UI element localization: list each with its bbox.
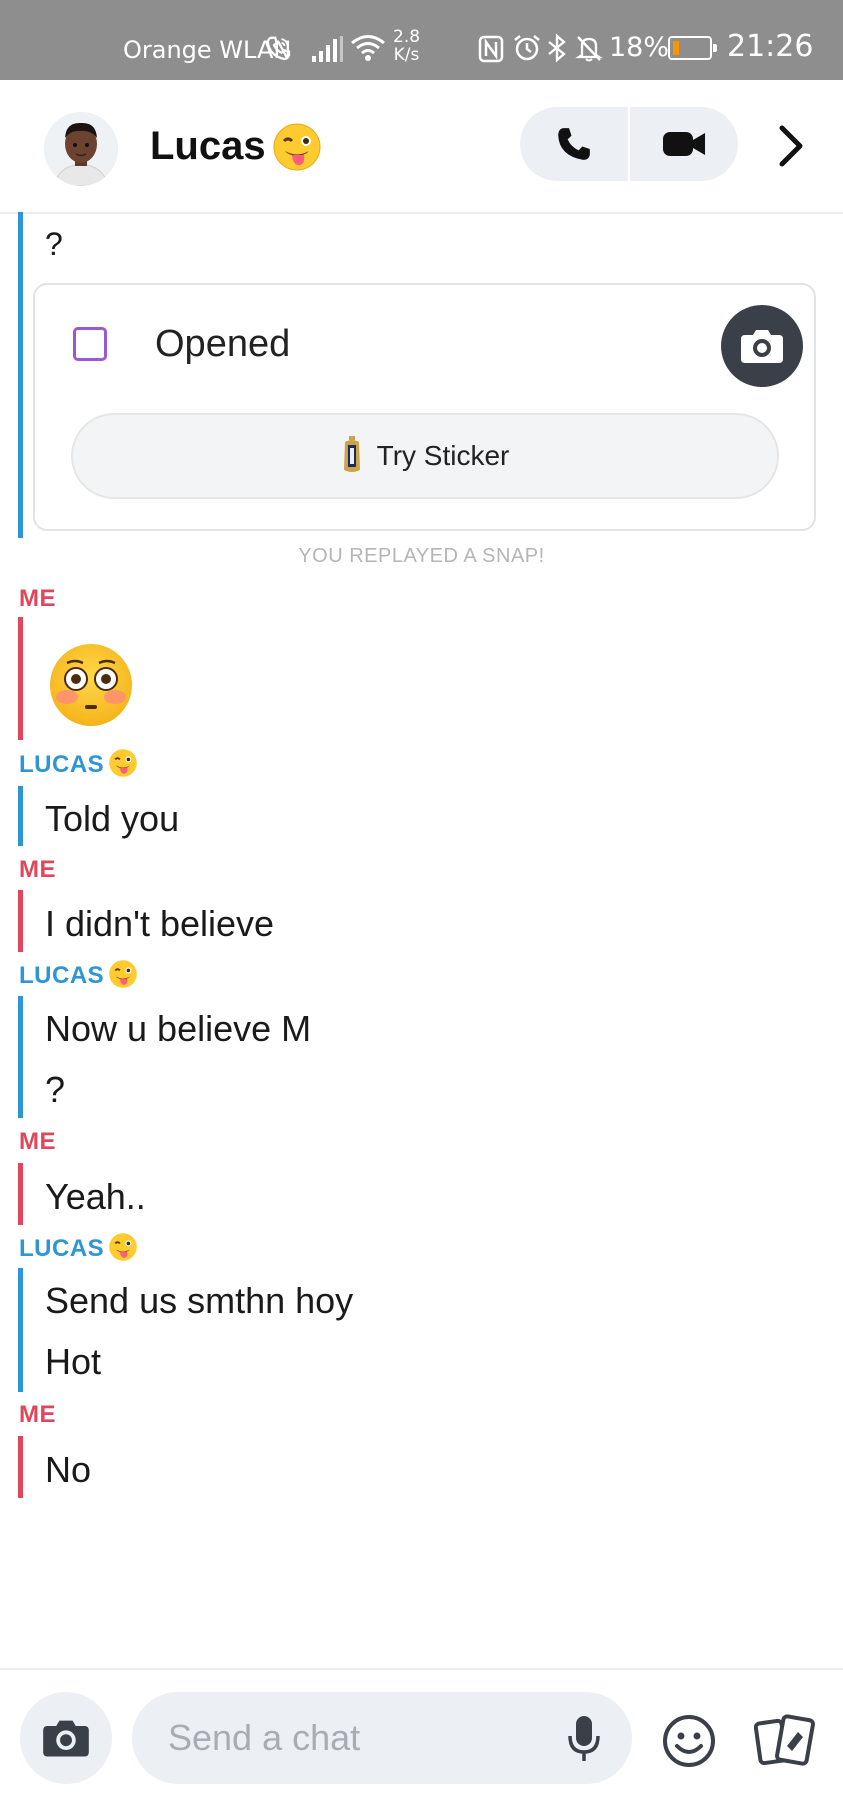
chevron-right-icon[interactable] [772,122,812,170]
me-message-bar [18,1436,23,1498]
flushed-face-emoji-icon [50,644,132,726]
call-button-group [520,107,738,181]
nfc-icon [478,35,504,63]
composer-bar [0,1668,843,1805]
video-call-button[interactable] [630,107,738,181]
wifi-icon [351,35,385,61]
camera-icon [741,330,783,363]
message-text: Send us smthn hoy [45,1280,354,1321]
winking-tongue-emoji-icon [109,1233,137,1261]
chat-header: Lucas [0,80,843,214]
me-message-bar [18,890,23,952]
wifi-call-icon [266,36,291,61]
alarm-icon [514,35,540,61]
sticker-lantern-icon [343,436,360,472]
microphone-icon[interactable] [566,1714,602,1764]
snap-card[interactable]: Opened Try Sticker [33,283,816,531]
lucas-message-bar [18,996,23,1118]
snap-status: Opened [155,323,291,365]
opened-snap-icon [73,327,107,361]
sender-label-me: ME [19,856,56,883]
message-text: Hot [45,1341,102,1382]
sender-label-me: ME [19,1401,56,1428]
lucas-message-bar [18,786,23,846]
message-text: ? [45,1069,66,1110]
message-text: Yeah.. [45,1176,146,1217]
message-text: ? [45,226,63,262]
avatar[interactable] [44,112,118,186]
winking-tongue-emoji-icon [273,123,321,171]
lucas-message-bar [18,1268,23,1392]
sticker-cards-icon[interactable] [754,1712,816,1770]
video-camera-icon [663,132,705,156]
voice-call-button[interactable] [520,107,628,181]
system-note: YOU REPLAYED A SNAP! [298,545,545,567]
sender-label-me: ME [19,585,56,612]
message-text: Now u believe M [45,1008,312,1049]
try-sticker-button[interactable]: Try Sticker [71,413,779,499]
winking-tongue-emoji-icon [109,960,137,988]
lucas-message-bar [18,212,23,538]
winking-tongue-emoji-icon [109,749,137,777]
phone-icon [558,128,590,160]
camera-button[interactable] [20,1692,112,1784]
clock: 21:26 [727,29,814,64]
message-text: Told you [45,798,180,839]
smiley-icon[interactable] [662,1714,716,1768]
message-text: No [45,1449,92,1490]
mute-icon [575,36,603,62]
battery-percent: 18% [609,32,670,63]
me-message-bar [18,617,23,740]
battery-icon [668,36,717,60]
me-message-bar [18,1163,23,1225]
sender-label-lucas: LUCAS [19,1235,105,1262]
network-speed: 2.8 K/s [393,27,421,65]
camera-icon [43,1720,89,1757]
sender-label-lucas: LUCAS [19,962,105,989]
status-bar: Orange WLAN 2.8 K/s 18% 21:26 [0,0,843,80]
sender-label-lucas: LUCAS [19,751,105,778]
signal-icon [312,36,343,62]
message-text: I didn't believe [45,903,275,944]
bluetooth-icon [548,33,566,63]
sender-label-me: ME [19,1128,56,1155]
chat-input[interactable] [132,1692,632,1784]
try-sticker-label: Try Sticker [376,440,510,471]
contact-name[interactable]: Lucas [150,124,266,169]
bitmoji-avatar [44,112,118,186]
reply-camera-button[interactable] [721,305,803,387]
